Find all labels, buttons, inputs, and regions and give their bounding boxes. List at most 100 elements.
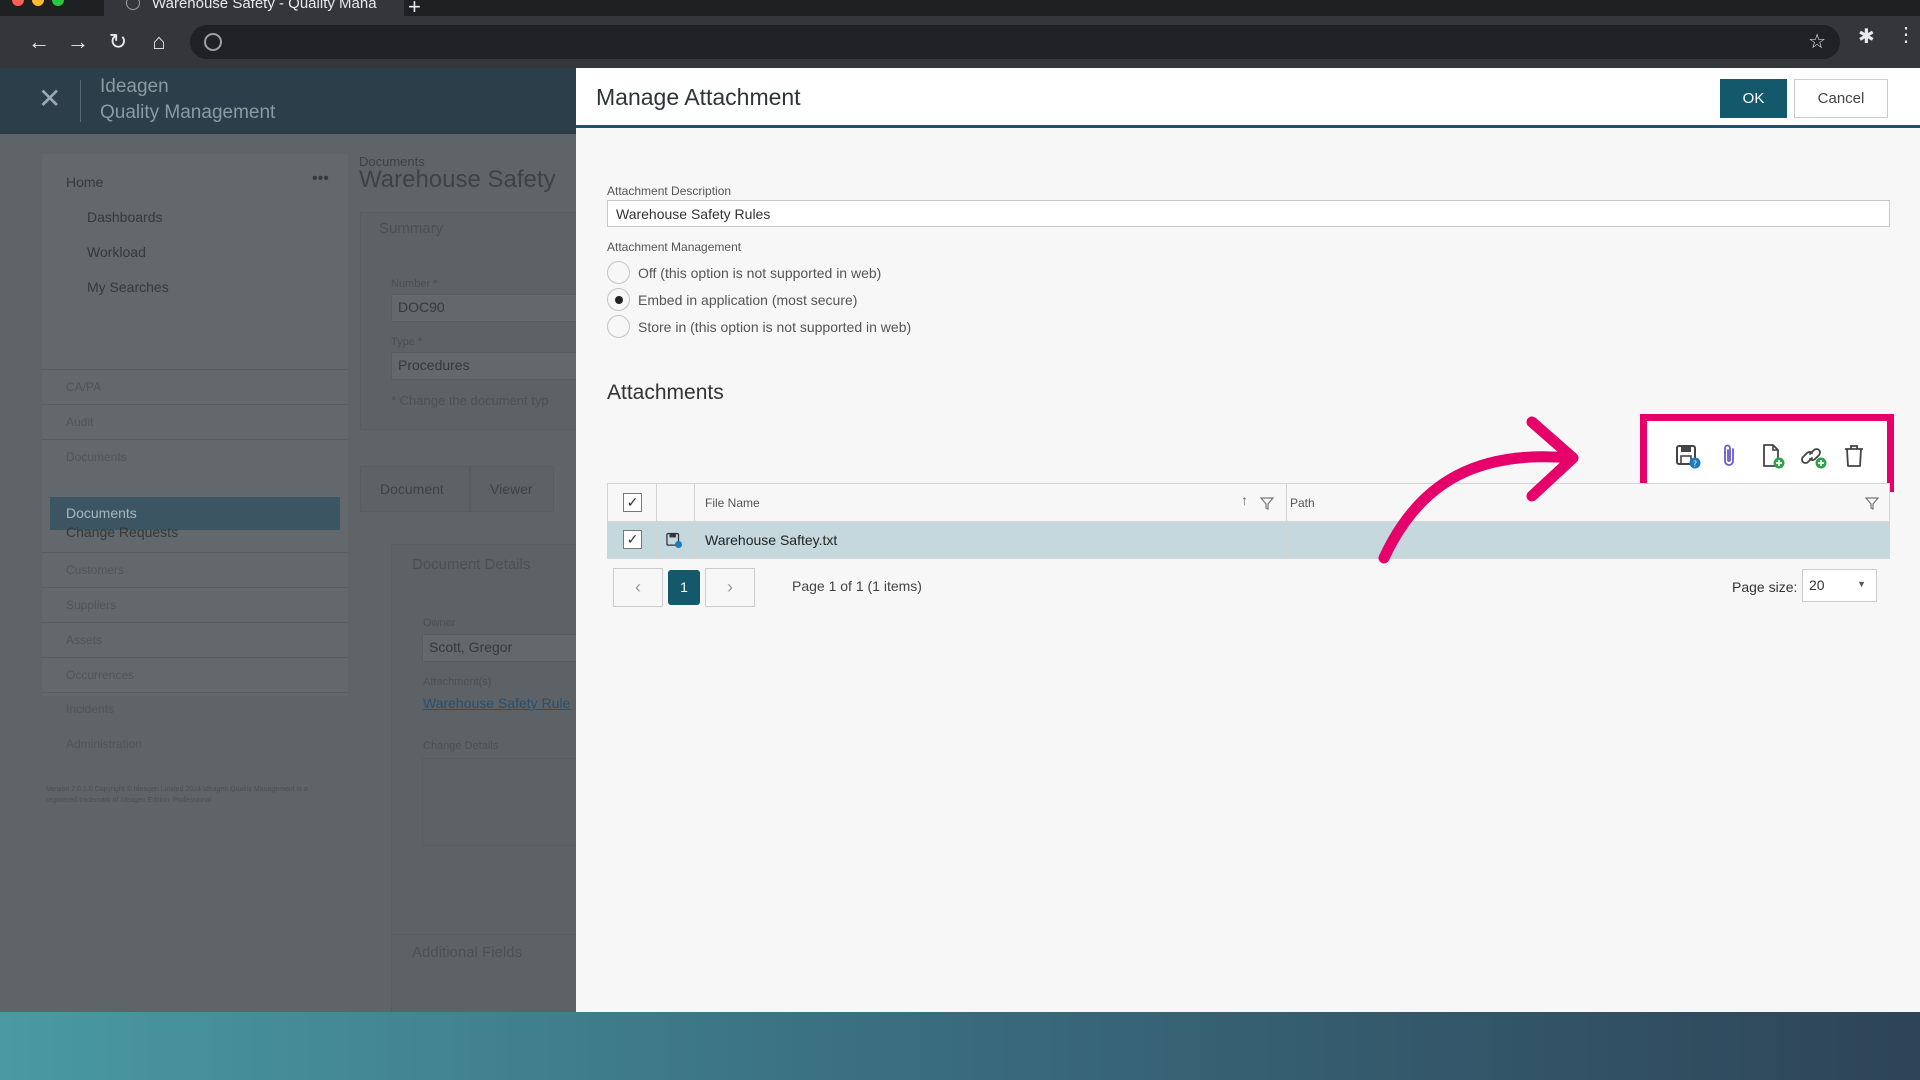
column-divider — [656, 484, 657, 558]
tab-document-label: Document — [380, 481, 444, 497]
column-header-file-name[interactable]: File Name — [705, 496, 760, 510]
radio-button-selected[interactable] — [607, 288, 630, 311]
file-name-cell: Warehouse Saftey.txt — [705, 532, 838, 548]
filter-icon[interactable] — [1865, 496, 1879, 510]
sidebar-item-audit[interactable]: Audit — [66, 415, 93, 429]
save-attachment-icon[interactable]: ? — [1674, 442, 1702, 470]
attachments-title: Attachments — [607, 381, 724, 404]
bookmark-star-icon[interactable]: ☆ — [1808, 29, 1826, 54]
sidebar-item-home[interactable]: Home — [66, 174, 103, 190]
row-checkbox[interactable]: ✓ — [623, 530, 642, 549]
prev-page-button[interactable]: ‹ — [613, 568, 663, 607]
sidebar-divider — [42, 622, 348, 623]
forward-icon[interactable]: → — [61, 25, 95, 59]
radio-label: Off (this option is not supported in web… — [638, 265, 882, 281]
dialog-title: Manage Attachment — [596, 84, 801, 110]
sidebar-divider — [42, 587, 348, 588]
add-link-icon[interactable] — [1800, 442, 1828, 470]
address-bar[interactable]: ☆ — [190, 25, 1840, 59]
sidebar-divider — [42, 439, 348, 440]
radio-button[interactable] — [607, 315, 630, 338]
sidebar: Home ••• Dashboards Workload My Searches… — [42, 154, 348, 696]
svg-text:?: ? — [1693, 460, 1697, 469]
tab-title: Warehouse Safety - Quality Mana — [152, 0, 377, 12]
page-size-label: Page size: — [1732, 579, 1798, 595]
number-label: Number * — [391, 278, 438, 290]
owner-label: Owner — [423, 617, 456, 629]
page-1-button[interactable]: 1 — [668, 570, 700, 605]
attach-file-icon[interactable] — [1716, 442, 1744, 470]
sidebar-item-dashboards[interactable]: Dashboards — [87, 209, 163, 225]
sidebar-item-incidents[interactable]: Incidents — [66, 702, 114, 716]
description-input[interactable] — [607, 200, 1890, 227]
sidebar-divider — [42, 404, 348, 405]
sidebar-item-capa[interactable]: CA/PA — [66, 380, 101, 394]
sidebar-item-workload[interactable]: Workload — [87, 244, 146, 260]
ok-button[interactable]: OK — [1720, 79, 1787, 118]
chevron-down-icon: ▼ — [1857, 579, 1866, 589]
attachments-grid: ✓ File Name ↑ Path ✓ Warehouse Saftey.tx… — [607, 483, 1890, 559]
sidebar-item-administration[interactable]: Administration — [66, 737, 142, 751]
browser-tab[interactable]: Warehouse Safety - Quality Mana — [104, 0, 404, 16]
more-icon[interactable]: ••• — [312, 170, 329, 188]
column-header-path[interactable]: Path — [1290, 496, 1315, 510]
owner-field[interactable]: Scott, Gregor — [422, 634, 592, 662]
embedded-file-icon — [666, 532, 683, 549]
globe-icon — [204, 33, 222, 51]
maximize-window-dot[interactable] — [52, 0, 64, 6]
browser-menu-icon[interactable]: ⋮ — [1896, 22, 1916, 47]
sidebar-section-documents[interactable]: Documents — [66, 450, 127, 464]
radio-label: Embed in application (most secure) — [638, 292, 858, 308]
add-file-icon[interactable] — [1758, 442, 1786, 470]
column-divider — [1286, 484, 1287, 558]
radio-button[interactable] — [607, 261, 630, 284]
brand-product: Quality Management — [100, 102, 276, 123]
reload-icon[interactable]: ↻ — [101, 25, 135, 59]
home-icon[interactable]: ⌂ — [142, 25, 176, 59]
extensions-icon[interactable]: ✱ — [1858, 24, 1875, 49]
next-page-button[interactable]: › — [705, 568, 755, 607]
sidebar-item-assets[interactable]: Assets — [66, 633, 102, 647]
summary-title: Summary — [379, 220, 444, 237]
brand-name: Ideagen — [100, 76, 169, 97]
select-all-checkbox[interactable]: ✓ — [623, 493, 642, 512]
attachment-link[interactable]: Warehouse Safety Rule — [423, 695, 570, 711]
column-divider — [694, 484, 695, 558]
type-field[interactable]: Procedures — [391, 352, 591, 380]
page-info: Page 1 of 1 (1 items) — [792, 578, 922, 594]
number-field[interactable]: DOC90 — [391, 294, 591, 322]
page-size-value: 20 — [1809, 577, 1825, 593]
page-size-select[interactable]: 20 ▼ — [1802, 569, 1877, 602]
sidebar-item-suppliers[interactable]: Suppliers — [66, 598, 116, 612]
change-details-field[interactable] — [422, 758, 592, 846]
close-icon[interactable]: ✕ — [38, 82, 61, 115]
browser-tabstrip: Warehouse Safety - Quality Mana + — [0, 0, 1920, 19]
sidebar-divider — [42, 369, 348, 370]
sidebar-divider — [42, 552, 348, 553]
change-details-label: Change Details — [423, 740, 499, 752]
back-icon[interactable]: ← — [22, 25, 56, 59]
document-details-title: Document Details — [412, 556, 531, 573]
sidebar-item-customers[interactable]: Customers — [66, 563, 124, 577]
delete-icon[interactable] — [1840, 442, 1868, 470]
description-label: Attachment Description — [607, 184, 732, 198]
tab-favicon-icon — [126, 0, 140, 10]
sidebar-item-occurrences[interactable]: Occurrences — [66, 668, 134, 682]
grid-header: ✓ File Name ↑ Path — [608, 484, 1889, 522]
close-window-dot[interactable] — [12, 0, 24, 6]
sidebar-item-change-requests[interactable]: Change Requests — [66, 524, 178, 540]
filter-icon[interactable] — [1260, 496, 1274, 510]
cancel-button[interactable]: Cancel — [1794, 79, 1888, 118]
app-footer: Version 7.0.1.0 Copyright © Ideagen Limi… — [46, 786, 308, 804]
manage-attachment-dialog: Manage Attachment OK Cancel Attachment D… — [576, 68, 1920, 1012]
sort-ascending-icon[interactable]: ↑ — [1241, 492, 1248, 508]
type-label: Type * — [391, 336, 423, 348]
bottom-gradient-band — [0, 1012, 1920, 1080]
attachment-toolbar: ? — [1640, 414, 1894, 492]
tab-viewer-label: Viewer — [490, 481, 533, 497]
radio-label: Store in (this option is not supported i… — [638, 319, 912, 335]
sidebar-item-label: Documents — [66, 505, 137, 521]
sidebar-item-my-searches[interactable]: My Searches — [87, 279, 169, 295]
minimize-window-dot[interactable] — [32, 0, 44, 6]
table-row[interactable]: ✓ Warehouse Saftey.txt — [608, 522, 1889, 558]
